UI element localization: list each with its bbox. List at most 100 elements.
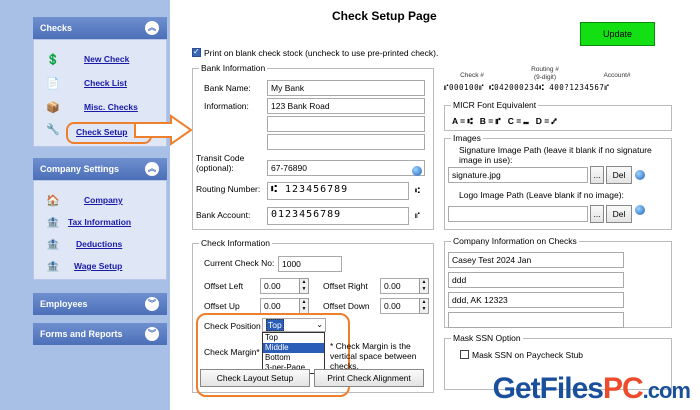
watermark-logo: GetFilesPC.com [493,372,691,406]
update-button[interactable]: Update [580,22,655,46]
company-line-3[interactable]: ddd, AK 12323 [448,292,624,308]
forms-panel-header[interactable]: Forms and Reports ︾ [33,323,167,345]
offset-down-input[interactable]: 0.00 [380,298,420,314]
offset-down-label: Offset Down [323,301,370,311]
company-line-2[interactable]: ddd [448,272,624,288]
mask-ssn-option[interactable]: Mask SSN on Paycheck Stub [460,350,583,360]
mask-ssn-label: Mask SSN on Paycheck Stub [472,350,584,360]
offset-left-stepper[interactable]: ▲ ▼ [299,278,309,294]
tax-icon: 🏦 [46,217,60,229]
company-panel-title: Company Settings [40,164,120,174]
check-layout-setup-button[interactable]: Check Layout Setup [200,369,310,387]
globe-icon[interactable] [635,205,645,215]
signature-path-input[interactable]: signature.jpg [448,167,588,183]
logo-browse-button[interactable]: ... [590,205,604,223]
bank-info-label: Information: [204,101,249,111]
micr-font-title: MICR Font Equivalent [451,100,539,110]
bank-name-input[interactable]: My Bank [267,80,425,96]
chevron-down-icon[interactable]: ︾ [145,297,159,311]
chevron-down-icon[interactable]: ⌄ [316,319,323,331]
sidebar-item-check-list[interactable]: 📄 Check List [42,76,160,94]
bank-info-line1[interactable]: 123 Bank Road [267,98,425,114]
offset-right-input[interactable]: 0.00 [380,278,420,294]
logo-path-label: Logo Image Path (Leave blank if no image… [459,190,624,200]
watermark-text: PC [602,372,644,405]
bank-info-title: Bank Information [199,63,268,73]
chevron-up-icon[interactable]: ︽ [145,21,159,35]
offset-up-input[interactable]: 0.00 [260,298,300,314]
check-position-select[interactable]: Top ⌄ [262,318,326,332]
position-option-middle[interactable]: Middle [263,343,324,353]
routing-number-label: Routing Number: [196,184,261,194]
offset-up-stepper[interactable]: ▲ ▼ [299,298,309,314]
on-us-symbol-icon: ⑈ [415,211,420,220]
logo-path-input[interactable] [448,206,588,222]
globe-icon[interactable] [412,166,422,176]
mask-ssn-checkbox[interactable] [460,350,469,359]
page-title: Check Setup Page [332,9,437,23]
sidebar-item-label: Wage Setup [74,261,123,271]
sidebar-item-new-check[interactable]: 💲 New Check [42,52,160,70]
position-option-bottom[interactable]: Bottom [263,353,324,363]
company-panel-header[interactable]: Company Settings ︽ [33,158,167,180]
images-title: Images [451,133,483,143]
check-setup-page: Check Setup Page Update Print on blank c… [182,0,700,410]
sidebar-item-wage-setup[interactable]: 🏦 Wage Setup [42,259,160,277]
print-check-alignment-button[interactable]: Print Check Alignment [314,369,424,387]
offset-left-label: Offset Left [204,281,244,291]
current-check-label: Current Check No: [204,258,275,268]
misc-icon: 📦 [46,102,60,114]
micr-font-equivalents: A = ⑆ B = ⑈ C = ⑉ D = ⑇ [452,116,557,126]
globe-icon[interactable] [635,170,645,180]
check-margin-label: Check Margin* [204,347,260,357]
sidebar-item-label: Company [84,195,123,205]
wage-icon: 🏦 [46,261,60,273]
transit-symbol-icon: ⑆ [415,186,420,195]
offset-up-label: Offset Up [204,301,240,311]
chevron-down-icon[interactable]: ︾ [145,327,159,341]
blank-stock-checkbox[interactable] [192,47,201,57]
sidebar-item-label: Misc. Checks [84,102,138,112]
employees-panel-title: Employees [40,299,88,309]
current-check-input[interactable]: 1000 [278,256,342,272]
sidebar-item-tax-information[interactable]: 🏦 Tax Information [42,215,160,233]
micr-routing-label: Routing # [531,66,559,73]
micr-routing-sub: (9-digit) [533,74,557,81]
sidebar-item-company[interactable]: 🏠 Company [42,193,160,211]
bank-name-label: Bank Name: [204,83,251,93]
company-line-4[interactable] [448,312,624,328]
logo-delete-button[interactable]: Del [606,205,632,223]
check-position-label: Check Position [204,321,261,331]
bank-account-input[interactable]: 0123456789 [267,207,409,225]
sidebar-item-label: Check List [84,78,127,88]
signature-path-label: Signature Image Path (leave it blank if … [459,145,652,165]
bank-info-line3[interactable] [267,134,425,150]
check-margin-note: * Check Margin is the vertical space bet… [330,341,417,371]
transit-code-label: Transit Code [196,153,245,163]
company-line-1[interactable]: Casey Test 2024 Jan [448,252,624,268]
sidebar-item-label: New Check [84,54,130,64]
wrench-icon: 🔧 [46,124,60,136]
check-position-dropdown: Top Middle Bottom 3-per-Page [262,332,325,374]
bank-info-line2[interactable] [267,116,425,132]
blank-stock-label: Print on blank check stock (uncheck to u… [204,48,439,58]
check-position-value: Top [266,319,284,331]
micr-sample-line: ⑈000100⑈ ⑆042000234⑆ 400?1234567⑈ [444,83,610,92]
signature-browse-button[interactable]: ... [590,166,604,184]
transit-code-input[interactable]: 67-76890 [267,160,425,176]
offset-right-stepper[interactable]: ▲ ▼ [419,278,429,294]
offset-right-label: Offset Right [323,281,368,291]
employees-panel-header[interactable]: Employees ︾ [33,293,167,315]
bank-account-label: Bank Account: [196,210,251,220]
offset-down-stepper[interactable]: ▲ ▼ [419,298,429,314]
sidebar-item-label: Tax Information [68,217,132,227]
routing-number-input[interactable]: ⑆ 123456789 [267,182,409,200]
blank-stock-option[interactable]: Print on blank check stock (uncheck to u… [192,47,439,58]
signature-delete-button[interactable]: Del [606,166,632,184]
sidebar-item-label: Check Setup [76,127,128,137]
checks-panel-header[interactable]: Checks ︽ [33,17,167,39]
offset-left-input[interactable]: 0.00 [260,278,300,294]
sidebar-item-deductions[interactable]: 🏦 Deductions [42,237,160,255]
position-option-top[interactable]: Top [263,333,324,343]
chevron-up-icon[interactable]: ︽ [145,162,159,176]
